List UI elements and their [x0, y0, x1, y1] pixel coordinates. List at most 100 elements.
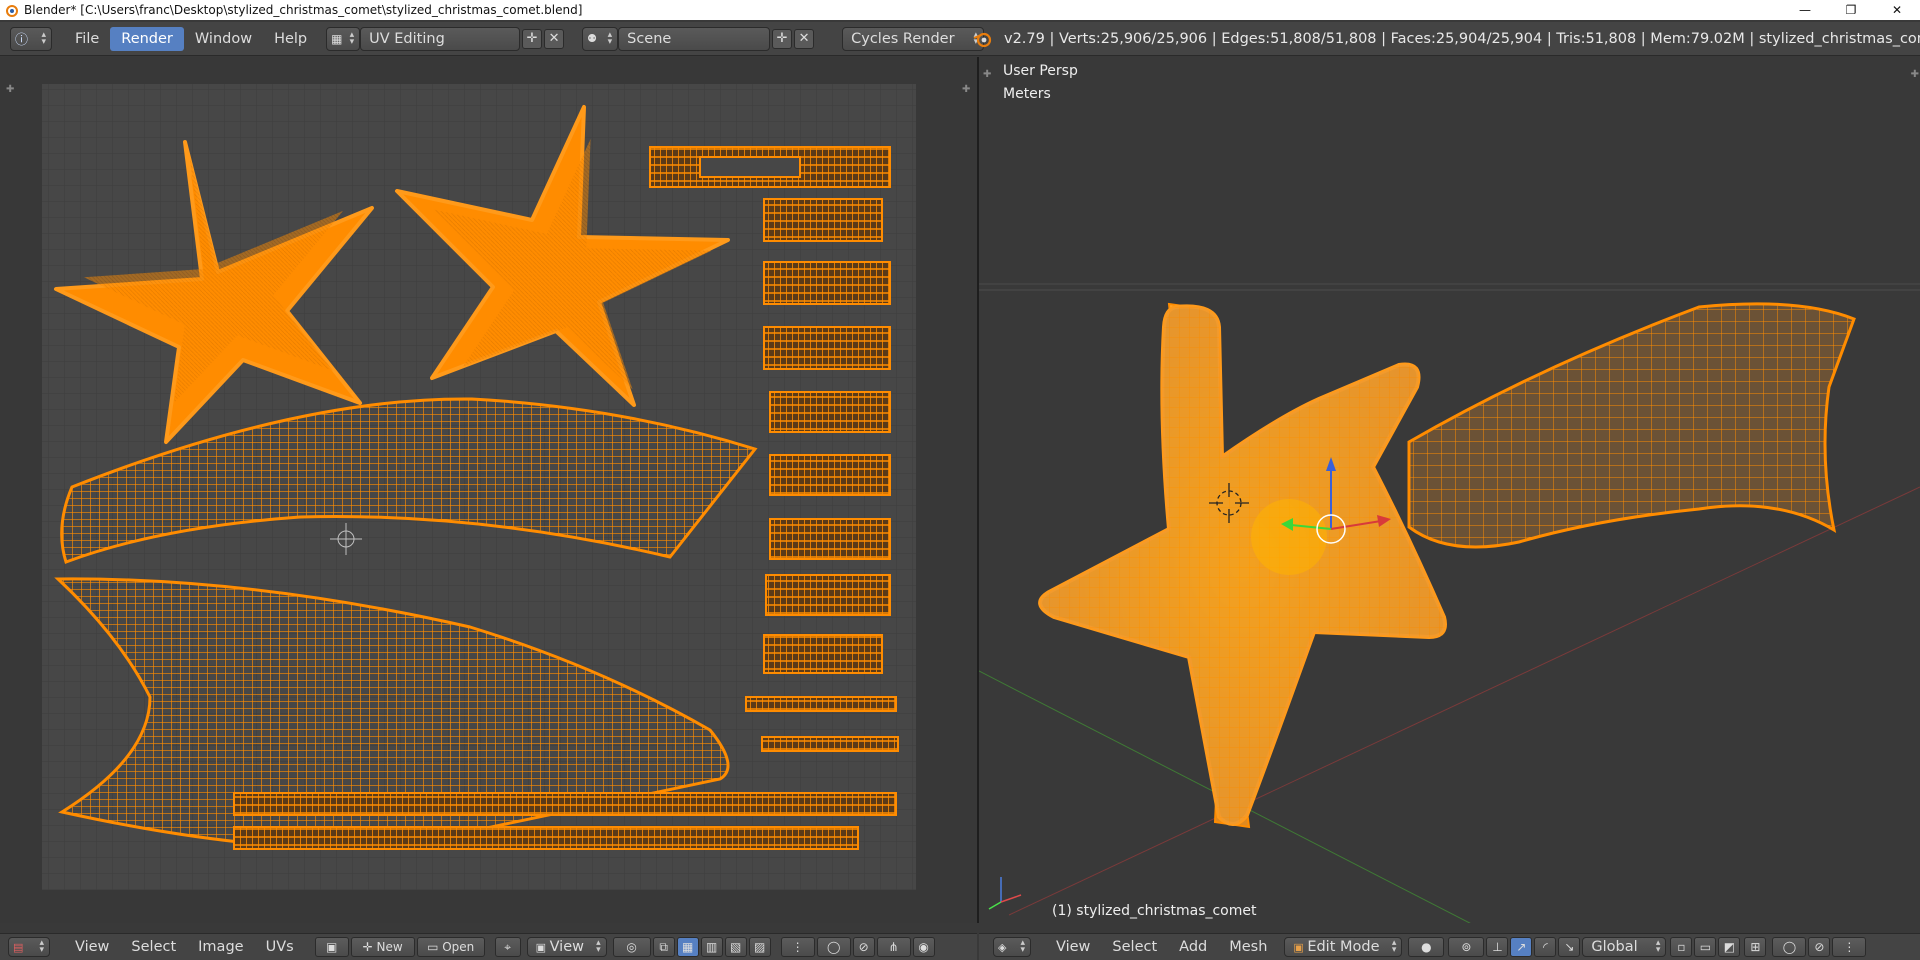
- maximize-button[interactable]: ❐: [1828, 0, 1874, 20]
- delete-screen-button[interactable]: ✕: [544, 28, 565, 49]
- snap-icon[interactable]: ⊘: [1808, 937, 1831, 957]
- open-image-button[interactable]: ▭ Open: [416, 937, 485, 957]
- comet-tail-mesh: [1407, 302, 1856, 549]
- add-screen-button[interactable]: ✛: [522, 28, 543, 49]
- uv-editor-footer: ▤ ▴ ▾ View Select Image UVs ▣ ✛ New ▭ Open…: [0, 933, 977, 960]
- units-label: Meters: [1003, 86, 1051, 102]
- add-scene-button[interactable]: ✛: [772, 28, 793, 49]
- viewport-shading-icon[interactable]: ●: [1408, 937, 1445, 957]
- uv-menu-uvs[interactable]: UVs: [255, 935, 305, 959]
- scene-icon-button[interactable]: ⚉ ▴ ▾: [582, 26, 619, 51]
- edge-select-icon[interactable]: ▥: [700, 937, 723, 957]
- view-name-label: User Persp: [1003, 63, 1078, 79]
- editor-type-selector[interactable]: ▤ ▴ ▾: [8, 937, 50, 957]
- snap-element-icon[interactable]: ⋮: [1832, 937, 1867, 957]
- face-select-mode-icon[interactable]: ◩: [1718, 937, 1741, 957]
- rotate-manipulator-icon[interactable]: ◜: [1534, 937, 1557, 957]
- extra-icon[interactable]: ◉: [912, 937, 935, 957]
- blender-logo-icon: [4, 3, 18, 17]
- uv-image-editor[interactable]: ✚ ✚: [0, 57, 977, 923]
- snap-target-icon[interactable]: ⋮: [780, 937, 815, 957]
- uv-island-strip: [769, 391, 891, 433]
- new-image-button[interactable]: ✛ New: [350, 937, 415, 957]
- image-icon: ▣: [326, 940, 338, 954]
- sticky-select-icon[interactable]: ⧉: [652, 937, 675, 957]
- active-object-label: (1) stylized_christmas_comet: [1052, 903, 1257, 919]
- interaction-mode-label: Edit Mode: [1307, 939, 1380, 955]
- viewport-canvas[interactable]: ✚ ✚: [979, 57, 1920, 923]
- menu-file[interactable]: File: [64, 27, 110, 51]
- screen-layout-field[interactable]: UV Editing: [360, 26, 521, 51]
- pivot-point-icon[interactable]: ⊚: [1448, 937, 1485, 957]
- image-editor-icon: ▤: [13, 940, 24, 954]
- expand-region-icon[interactable]: ✚: [962, 84, 970, 95]
- 3d-view-footer: ◈ ▴ ▾ View Select Add Mesh ▣ Edit Mode ▴ ▾ ●…: [979, 933, 1920, 960]
- proportional-edit-icon[interactable]: ◯: [816, 937, 851, 957]
- folder-icon: ▭: [427, 940, 443, 954]
- 3d-view-icon: ◈: [998, 940, 1007, 954]
- view-axis-gizmo: [988, 877, 1022, 910]
- view3d-menu-select[interactable]: Select: [1101, 935, 1168, 959]
- uv-island-strip: [765, 574, 891, 616]
- menu-render[interactable]: Render: [110, 26, 184, 51]
- scene-icon: ⚉: [587, 32, 597, 45]
- view3d-menu-view[interactable]: View: [1045, 935, 1101, 959]
- uv-island-strip: [769, 518, 891, 560]
- interaction-mode-dropdown[interactable]: ▣ Edit Mode ▴ ▾: [1284, 937, 1403, 957]
- expand-region-icon[interactable]: ✚: [6, 84, 14, 95]
- star-center-highlight: [1251, 499, 1327, 575]
- vertex-select-mode-icon[interactable]: ▫: [1670, 937, 1693, 957]
- editor-type-selector[interactable]: ◈ ▴ ▾: [993, 937, 1031, 957]
- browse-image-button[interactable]: ▣: [314, 937, 349, 957]
- uv-island-strip: [699, 156, 801, 178]
- uv-menu-view[interactable]: View: [64, 935, 120, 959]
- window-titlebar: Blender* [C:\Users\franc\Desktop\stylize…: [0, 0, 1920, 20]
- view-mode-dropdown[interactable]: ▣ View ▴ ▾: [526, 937, 607, 957]
- scale-manipulator-icon[interactable]: ↘: [1558, 937, 1581, 957]
- screen-layout-icon-button[interactable]: ▦ ▴ ▾: [326, 26, 361, 51]
- limit-selection-icon[interactable]: ⊞: [1744, 937, 1767, 957]
- close-icon: ✕: [548, 31, 560, 46]
- scene-field[interactable]: Scene: [618, 26, 771, 51]
- proportional-editing-icon[interactable]: ◯: [1772, 937, 1807, 957]
- uv-menu-image[interactable]: Image: [187, 935, 254, 959]
- plus-icon: ✛: [362, 940, 377, 954]
- uv-island-strip: [745, 696, 897, 712]
- edit-mode-icon: ▣: [1293, 940, 1308, 954]
- plus-icon: ✛: [526, 31, 538, 46]
- manipulator-toggle-icon[interactable]: ⊥: [1486, 937, 1509, 957]
- uv-menu-select[interactable]: Select: [120, 935, 187, 959]
- transform-orientation-dropdown[interactable]: Global ▴ ▾: [1582, 937, 1667, 957]
- view3d-menu-mesh[interactable]: Mesh: [1218, 935, 1278, 959]
- uv-island-strip: [761, 736, 899, 752]
- uv-island-strip: [769, 454, 891, 496]
- island-select-icon[interactable]: ▨: [748, 937, 771, 957]
- expand-region-icon[interactable]: ✚: [983, 69, 991, 80]
- render-engine-dropdown[interactable]: Cycles Render ▴ ▾: [842, 26, 985, 51]
- delete-scene-button[interactable]: ✕: [794, 28, 815, 49]
- comet-star-wireframe: [1040, 306, 1445, 825]
- blender-logo-icon: [973, 30, 993, 52]
- uv-sculpt-icon[interactable]: ⋔: [876, 937, 911, 957]
- edge-select-mode-icon[interactable]: ▭: [1694, 937, 1717, 957]
- view3d-menu-add[interactable]: Add: [1168, 935, 1218, 959]
- uv-island-strip: [233, 826, 859, 850]
- info-icon: ⓘ: [15, 33, 29, 48]
- pivot-icon[interactable]: ◎: [612, 937, 651, 957]
- minimize-button[interactable]: —: [1782, 0, 1828, 20]
- screen-layout-name: UV Editing: [369, 30, 445, 47]
- view-mode-label: View: [549, 939, 584, 955]
- view-mode-icon: ▣: [535, 940, 550, 954]
- expand-region-icon[interactable]: ✚: [1911, 69, 1919, 80]
- translate-manipulator-icon[interactable]: ↗: [1510, 937, 1533, 957]
- vertex-select-icon[interactable]: ▦: [676, 937, 699, 957]
- link-icon[interactable]: ⊘: [852, 937, 875, 957]
- menu-help[interactable]: Help: [263, 27, 318, 51]
- menu-window[interactable]: Window: [184, 27, 263, 51]
- uv-canvas[interactable]: ✚ ✚: [0, 57, 977, 923]
- face-select-icon[interactable]: ▧: [724, 937, 747, 957]
- 3d-viewport[interactable]: ✚ ✚ User Persp Meters (1) stylized_chris…: [979, 57, 1920, 923]
- pin-icon[interactable]: ⌖: [494, 937, 521, 957]
- editor-type-selector[interactable]: ⓘ ▴ ▾: [10, 26, 52, 51]
- close-window-button[interactable]: ✕: [1874, 0, 1920, 20]
